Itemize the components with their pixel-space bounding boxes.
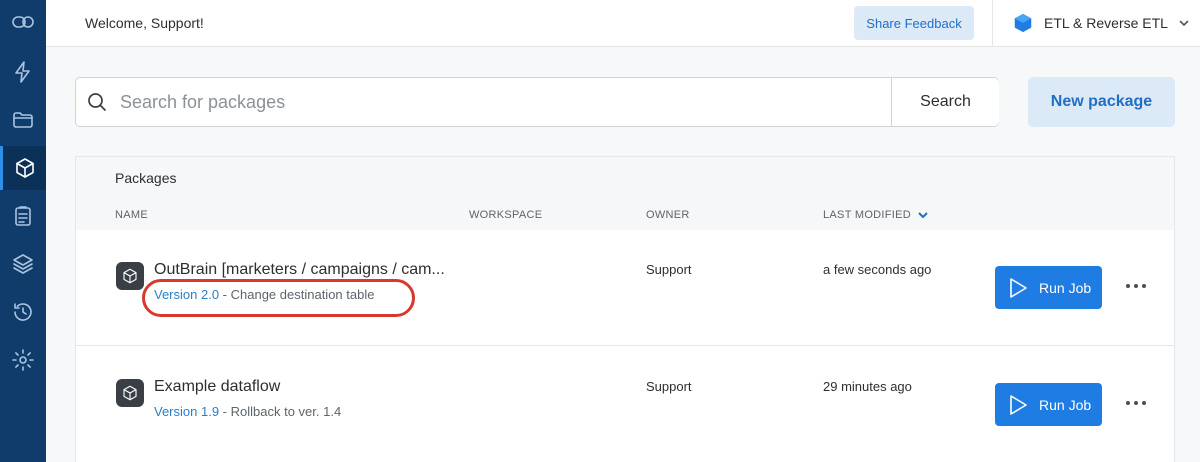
package-version-description: Rollback to ver. 1.4	[230, 404, 342, 419]
run-job-label: Run Job	[1039, 396, 1092, 413]
package-version-link[interactable]: Version 2.0	[154, 287, 219, 302]
search-icon	[88, 93, 106, 111]
play-icon	[1010, 277, 1027, 298]
package-name[interactable]: OutBrain [marketers / campaigns / cam...	[154, 261, 445, 279]
column-last-modified[interactable]: LAST MODIFIED	[823, 209, 929, 221]
column-last-modified-label: LAST MODIFIED	[823, 209, 912, 221]
folder-icon[interactable]	[9, 106, 37, 134]
package-name[interactable]: Example dataflow	[154, 378, 280, 396]
package-owner: Support	[646, 379, 692, 394]
package-version-info: Version 2.0 - Change destination table	[154, 287, 374, 302]
chevron-down-icon	[1179, 20, 1189, 27]
packages-table: Packages NAME WORKSPACE OWNER LAST MODIF…	[75, 156, 1175, 462]
packages-title: Packages	[115, 170, 177, 186]
top-divider	[992, 0, 993, 47]
welcome-message: Welcome, Support!	[85, 15, 204, 31]
column-owner[interactable]: OWNER	[646, 209, 690, 221]
table-row[interactable]: OutBrain [marketers / campaigns / cam...…	[76, 230, 1174, 346]
package-last-modified: 29 minutes ago	[823, 379, 912, 394]
top-bar: Welcome, Support! Share Feedback ETL & R…	[46, 0, 1200, 47]
package-icon	[116, 379, 144, 407]
clipboard-icon[interactable]	[9, 202, 37, 230]
version-separator: -	[222, 404, 231, 419]
packages-header: Packages NAME WORKSPACE OWNER LAST MODIF…	[76, 157, 1174, 231]
workspace-logo-icon	[1014, 13, 1032, 33]
run-job-button[interactable]: Run Job	[995, 266, 1102, 309]
package-version-info: Version 1.9 - Rollback to ver. 1.4	[154, 404, 341, 419]
package-icon	[116, 262, 144, 290]
package-owner: Support	[646, 262, 692, 277]
new-package-button[interactable]: New package	[1028, 77, 1175, 127]
history-icon[interactable]	[9, 298, 37, 326]
search-button[interactable]: Search	[891, 78, 999, 126]
sort-chevron-down-icon[interactable]	[917, 209, 929, 221]
sidebar	[0, 0, 46, 462]
version-separator: -	[222, 287, 231, 302]
gear-icon[interactable]	[9, 346, 37, 374]
table-row[interactable]: Example dataflow Version 1.9 - Rollback …	[76, 347, 1174, 462]
run-job-button[interactable]: Run Job	[995, 383, 1102, 426]
more-options-icon[interactable]	[1126, 276, 1146, 296]
workspace-name: ETL & Reverse ETL	[1044, 15, 1168, 31]
package-icon[interactable]	[0, 146, 46, 190]
layers-icon[interactable]	[9, 250, 37, 278]
workspace-switcher[interactable]: ETL & Reverse ETL	[1012, 12, 1190, 34]
package-version-description: Change destination table	[230, 287, 375, 302]
more-options-icon[interactable]	[1126, 393, 1146, 413]
play-icon	[1010, 394, 1027, 415]
search-input[interactable]	[120, 79, 890, 125]
column-name[interactable]: NAME	[115, 209, 148, 221]
lightning-icon[interactable]	[9, 58, 37, 86]
search-bar: Search	[75, 77, 999, 127]
logo-icon[interactable]	[9, 8, 37, 36]
run-job-label: Run Job	[1039, 279, 1092, 296]
share-feedback-button[interactable]: Share Feedback	[854, 6, 974, 40]
package-last-modified: a few seconds ago	[823, 262, 932, 277]
column-workspace[interactable]: WORKSPACE	[469, 209, 542, 221]
package-version-link[interactable]: Version 1.9	[154, 404, 219, 419]
